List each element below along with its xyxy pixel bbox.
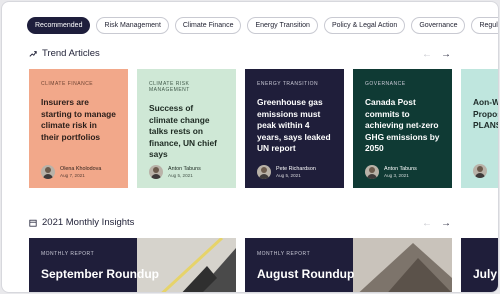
avatar xyxy=(257,165,271,179)
insights-cards: MONTHLY REPORT September Roundup MONTHLY… xyxy=(29,238,498,292)
arrow-left-icon[interactable]: ← xyxy=(422,219,432,229)
article-date: Aug 3, 2021 xyxy=(384,173,409,178)
insights-arrows: ← → xyxy=(422,219,451,229)
card-category: GOVERNANCE xyxy=(365,81,406,87)
insight-card[interactable]: MONTHLY REPORT August Roundup xyxy=(245,238,452,292)
card-title[interactable]: Canada Post commits to achieving net-zer… xyxy=(365,97,440,155)
author-name: Olena Kholodova xyxy=(60,166,102,172)
article-card-partial[interactable]: Aon-W Sust Propos PLANSF xyxy=(461,69,498,188)
card-category: ENERGY TRANSITION xyxy=(257,81,319,87)
avatar xyxy=(473,164,487,178)
app-window: Recommended Risk Management Climate Fina… xyxy=(1,1,499,293)
insight-image xyxy=(137,238,236,292)
avatar xyxy=(149,165,163,179)
insight-label: MONTHLY REPORT xyxy=(257,251,311,257)
article-card[interactable]: CLIMATE FINANCE Insurers are starting to… xyxy=(29,69,128,188)
arrow-right-icon[interactable]: → xyxy=(441,219,451,229)
insight-card-partial[interactable]: July R xyxy=(461,238,498,292)
card-author: Anton Tabuns Aug 5, 2021 xyxy=(149,165,201,179)
insight-image xyxy=(353,238,452,292)
author-name: Pete Richardson xyxy=(276,166,316,172)
trend-up-icon xyxy=(29,50,37,57)
article-date: Aug 5, 2021 xyxy=(276,173,301,178)
insights-title: 2021 Monthly Insights xyxy=(42,217,135,228)
article-card[interactable]: GOVERNANCE Canada Post commits to achiev… xyxy=(353,69,452,188)
article-card[interactable]: ENERGY TRANSITION Greenhouse gas emissio… xyxy=(245,69,344,188)
insight-title[interactable]: August Roundup xyxy=(257,267,354,281)
card-author: Olena Kholodova Aug 7, 2021 xyxy=(41,165,101,179)
avatar xyxy=(41,165,55,179)
calendar-icon xyxy=(29,219,37,227)
tab-regulation-reporting[interactable]: Regulation & Reporting xyxy=(471,17,498,34)
article-date: Aug 7, 2021 xyxy=(60,173,85,178)
card-author: Pete Richardson Aug 5, 2021 xyxy=(257,165,316,179)
tab-recommended[interactable]: Recommended xyxy=(27,17,91,34)
avatar xyxy=(365,165,379,179)
card-title[interactable]: Greenhouse gas emissions must peak withi… xyxy=(257,97,332,155)
insight-card[interactable]: MONTHLY REPORT September Roundup xyxy=(29,238,236,292)
card-title[interactable]: Aon-W Sust Propos PLANSF xyxy=(473,97,498,132)
insight-title[interactable]: September Roundup xyxy=(41,267,159,281)
trend-header: Trend Articles xyxy=(29,48,100,59)
trend-cards: CLIMATE FINANCE Insurers are starting to… xyxy=(29,69,498,188)
author-name: Anton Tabuns xyxy=(168,166,201,172)
card-author: Anton Tabuns Aug 3, 2021 xyxy=(365,165,417,179)
article-card[interactable]: CLIMATE RISK MANAGEMENT Success of clima… xyxy=(137,69,236,188)
tab-risk-management[interactable]: Risk Management xyxy=(96,17,169,34)
author-name: Anton Tabuns xyxy=(384,166,417,172)
card-category: CLIMATE RISK MANAGEMENT xyxy=(149,81,190,93)
card-category: CLIMATE FINANCE xyxy=(41,81,94,87)
trend-arrows: ← → xyxy=(422,50,451,60)
arrow-left-icon[interactable]: ← xyxy=(422,50,432,60)
card-title[interactable]: Insurers are starting to manage climate … xyxy=(41,97,116,143)
trend-title: Trend Articles xyxy=(42,48,100,59)
insight-title[interactable]: July R xyxy=(473,267,498,281)
tab-governance[interactable]: Governance xyxy=(411,17,466,34)
article-date: Aug 5, 2021 xyxy=(168,173,193,178)
insight-label: MONTHLY REPORT xyxy=(41,251,95,257)
insights-header: 2021 Monthly Insights xyxy=(29,217,134,228)
card-title[interactable]: Success of climate change talks rests on… xyxy=(149,103,224,161)
tab-energy-transition[interactable]: Energy Transition xyxy=(247,17,318,34)
filter-tabs: Recommended Risk Management Climate Fina… xyxy=(27,17,498,34)
arrow-right-icon[interactable]: → xyxy=(441,50,451,60)
tab-policy-legal-action[interactable]: Policy & Legal Action xyxy=(323,17,406,34)
tab-climate-finance[interactable]: Climate Finance xyxy=(174,17,242,34)
